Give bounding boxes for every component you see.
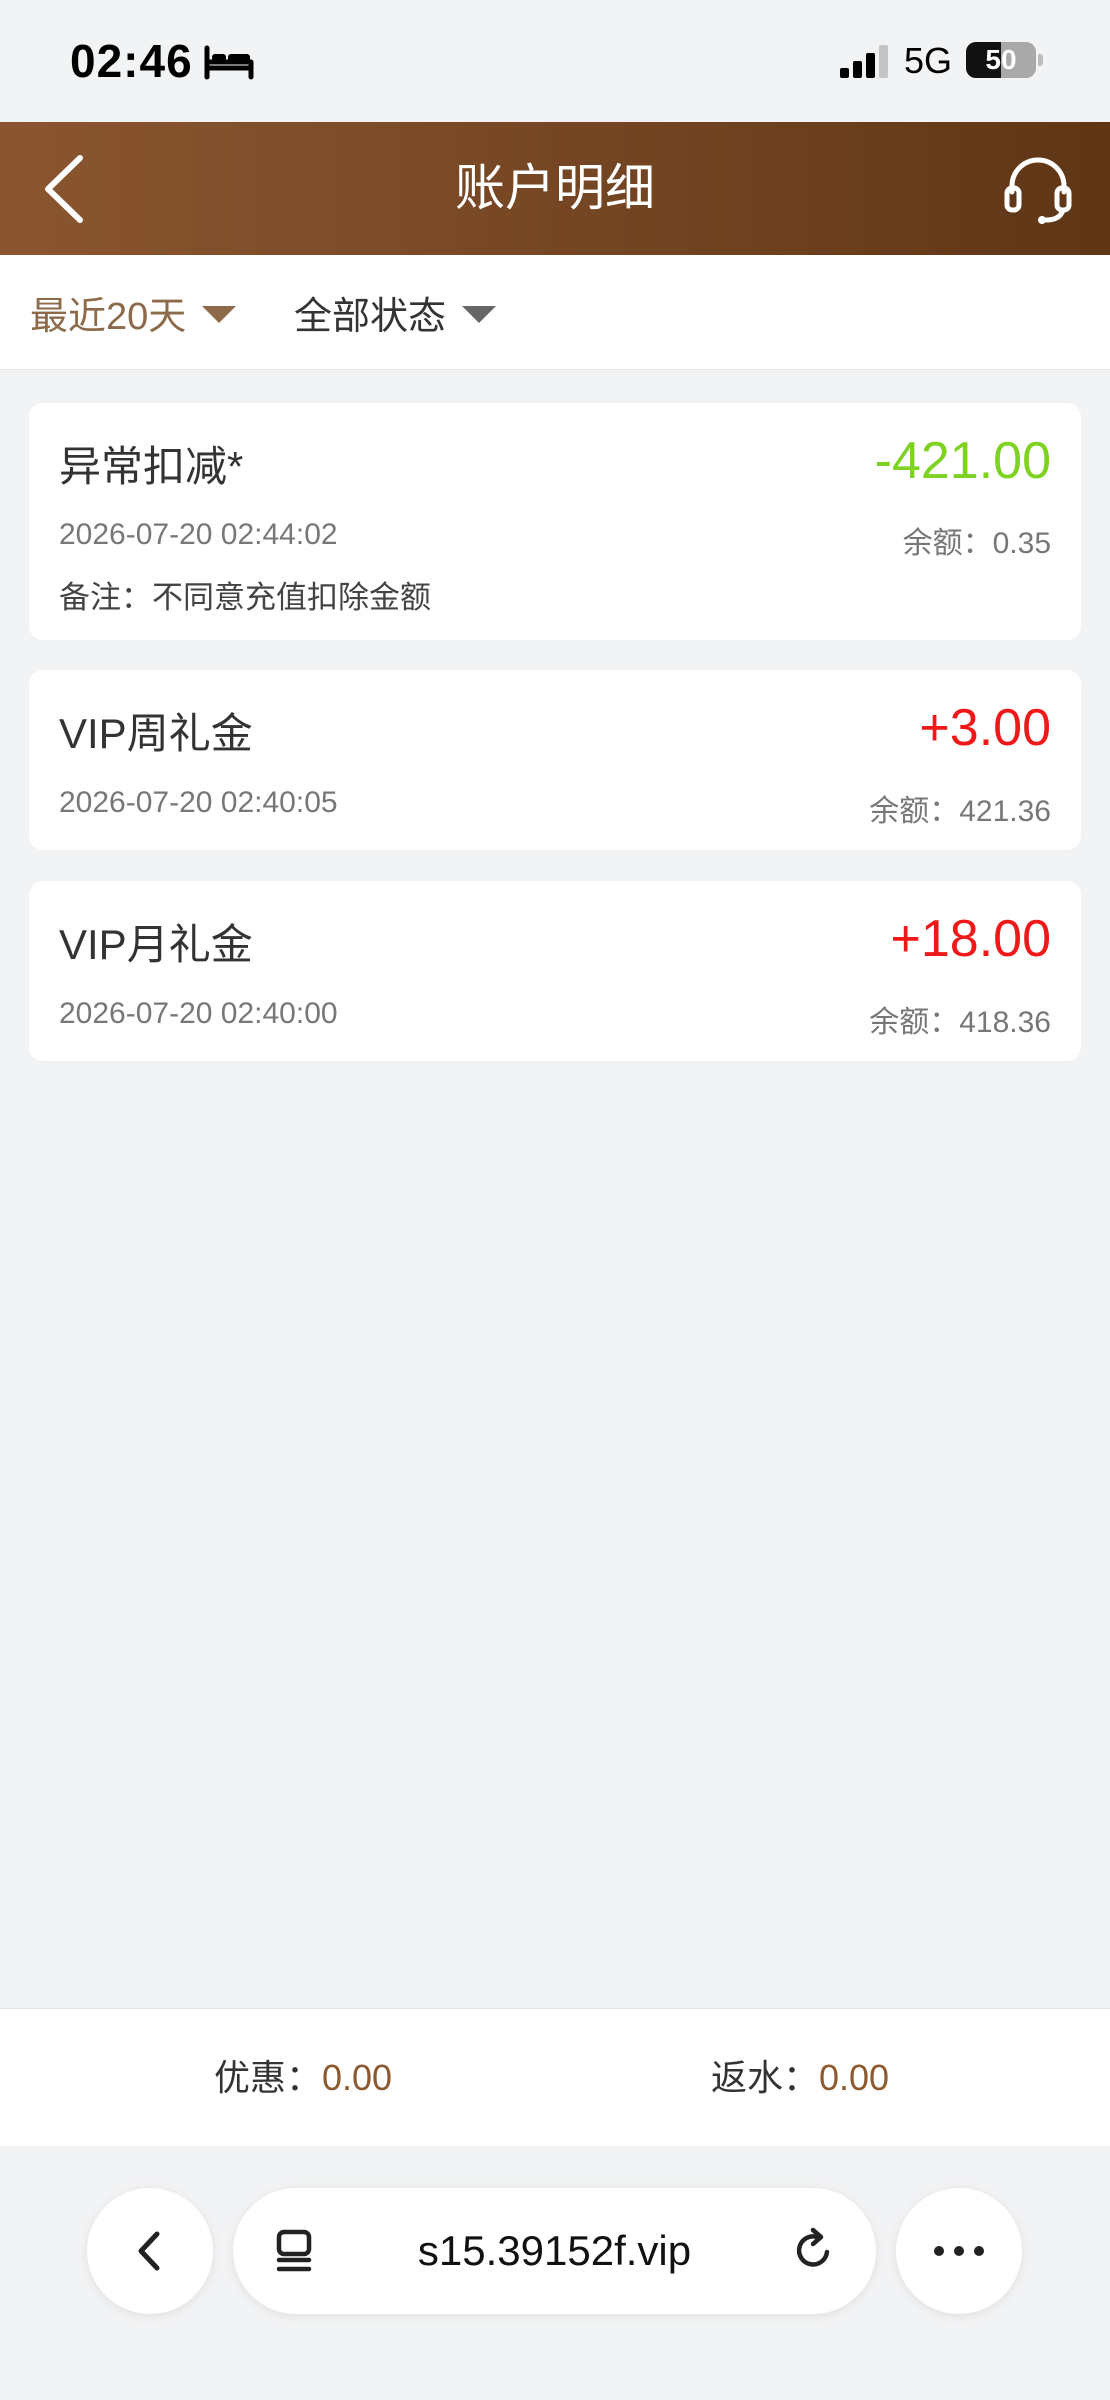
record-balance: 余额：418.36 (869, 1006, 1051, 1039)
record-amount: +18.00 (890, 910, 1052, 968)
filter-bar: 最近20天 全部状态 (0, 255, 1110, 370)
chevron-left-icon (138, 2231, 160, 2271)
url-text: s15.39152f.vip (417, 2227, 692, 2274)
record-title: VIP月礼金 (59, 921, 253, 968)
date-range-label: 最近20天 (30, 296, 187, 338)
page-header: 账户明细 (0, 122, 1110, 255)
battery-level: 50 (985, 44, 1017, 75)
status-filter[interactable]: 全部状态 (294, 255, 497, 370)
record-time: 2026-07-20 02:40:05 (59, 786, 338, 819)
signal-icon (840, 45, 888, 78)
discount-summary: 优惠：0.00 (214, 2009, 392, 2147)
page-title: 账户明细 (455, 160, 655, 216)
record-title: 异常扣减* (59, 443, 244, 490)
record-time: 2026-07-20 02:40:00 (59, 997, 338, 1030)
record-time: 2026-07-20 02:44:02 (59, 518, 338, 551)
record-amount: -421.00 (874, 432, 1051, 490)
record-note: 备注：不同意充值扣除金额 (59, 580, 431, 615)
address-bar[interactable]: s15.39152f.vip (233, 2188, 876, 2314)
status-time: 02:46 (70, 35, 193, 87)
battery-tip (1038, 54, 1043, 66)
discount-value: 0.00 (322, 2057, 393, 2098)
caret-down-icon (202, 306, 237, 323)
reload-icon[interactable] (789, 2226, 839, 2276)
caret-down-icon (462, 306, 497, 323)
battery-indicator: 50 (966, 42, 1036, 78)
rebate-value: 0.00 (819, 2057, 890, 2098)
record-balance: 余额：0.35 (902, 527, 1051, 560)
summary-bar: 优惠：0.00 返水：0.00 (0, 2008, 1110, 2146)
record-title: VIP周礼金 (59, 710, 253, 757)
status-filter-label: 全部状态 (294, 296, 447, 338)
bed-icon (204, 45, 254, 80)
date-range-filter[interactable]: 最近20天 (30, 255, 237, 370)
record-balance: 余额：421.36 (869, 795, 1051, 828)
record-amount: +3.00 (919, 699, 1051, 757)
rebate-label: 返水： (711, 2057, 820, 2098)
browser-toolbar: s15.39152f.vip (0, 2146, 1110, 2400)
record-card[interactable]: 异常扣减* -421.00 2026-07-20 02:44:02 余额：0.3… (29, 403, 1081, 640)
record-card[interactable]: VIP周礼金 +3.00 2026-07-20 02:40:05 余额：421.… (29, 670, 1081, 850)
account-details-page: 02:46 5G 50 账户明细 最近20天 全部状态 异常扣减* -421.0… (0, 0, 1110, 2400)
more-button[interactable] (896, 2188, 1022, 2314)
network-type: 5G (904, 40, 953, 81)
record-card[interactable]: VIP月礼金 +18.00 2026-07-20 02:40:00 余额：418… (29, 881, 1081, 1061)
more-dots-icon (934, 2246, 984, 2256)
headset-icon[interactable] (1000, 150, 1076, 226)
browser-back-button[interactable] (87, 2188, 213, 2314)
discount-label: 优惠： (214, 2057, 323, 2098)
rebate-summary: 返水：0.00 (711, 2009, 889, 2147)
status-bar: 02:46 5G 50 (0, 0, 1110, 122)
